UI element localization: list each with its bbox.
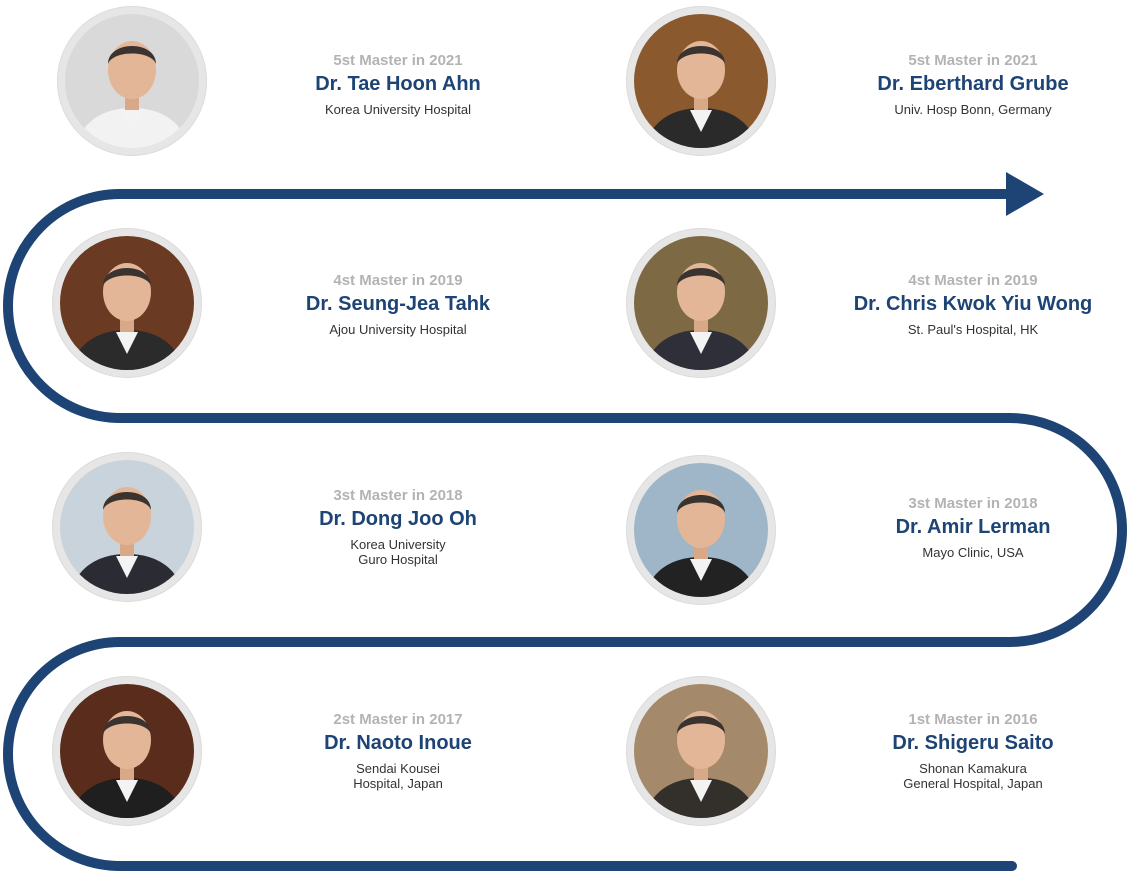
master-name: Dr. Chris Kwok Yiu Wong xyxy=(853,293,1093,315)
master-affiliation: Korea University Hospital xyxy=(325,102,471,117)
portrait-frame xyxy=(626,676,776,826)
master-name: Dr. Tae Hoon Ahn xyxy=(315,73,481,95)
portrait-frame xyxy=(626,6,776,156)
master-info: 3st Master in 2018 Dr. Amir Lerman Mayo Cl… xyxy=(843,495,1103,560)
master-edition: 5st Master in 2021 xyxy=(333,52,463,69)
master-info: 2st Master in 2017 Dr. Naoto Inoue Sendai … xyxy=(268,711,528,791)
portrait-frame xyxy=(52,452,202,602)
master-name: Dr. Eberthard Grube xyxy=(877,73,1069,95)
master-info: 5st Master in 2021 Dr. Eberthard Grube Uni… xyxy=(843,52,1103,117)
portrait-photo xyxy=(634,14,768,148)
master-affiliation: Shonan Kamakura General Hospital, Japan xyxy=(903,761,1043,791)
timeline-arrowhead-icon xyxy=(1006,172,1044,216)
portrait-photo xyxy=(60,460,194,594)
master-name: Dr. Seung-Jea Tahk xyxy=(305,293,491,315)
master-affiliation: Korea University Guro Hospital xyxy=(350,537,446,567)
master-affiliation: Mayo Clinic, USA xyxy=(922,545,1024,560)
master-info: 3st Master in 2018 Dr. Dong Joo Oh Korea U… xyxy=(268,487,528,567)
master-name: Dr. Amir Lerman xyxy=(895,516,1051,538)
master-info: 4st Master in 2019 Dr. Chris Kwok Yiu Won… xyxy=(843,272,1103,337)
portrait-frame xyxy=(626,455,776,605)
portrait-photo xyxy=(60,684,194,818)
master-edition: 1st Master in 2016 xyxy=(908,711,1038,728)
portrait-frame xyxy=(57,6,207,156)
master-card: 1st Master in 2016 Dr. Shigeru Saito Shona… xyxy=(0,0,1054,826)
master-edition: 3st Master in 2018 xyxy=(908,495,1038,512)
master-affiliation: St. Paul's Hospital, HK xyxy=(907,322,1039,337)
master-info: 1st Master in 2016 Dr. Shigeru Saito Shona… xyxy=(843,711,1103,791)
master-edition: 3st Master in 2018 xyxy=(333,487,463,504)
portrait-frame xyxy=(52,676,202,826)
portrait-photo xyxy=(65,14,199,148)
master-edition: 4st Master in 2019 xyxy=(333,272,463,289)
master-affiliation: Ajou University Hospital xyxy=(329,322,467,337)
master-edition: 5st Master in 2021 xyxy=(908,52,1038,69)
portrait-photo xyxy=(634,684,768,818)
master-name: Dr. Naoto Inoue xyxy=(324,732,472,754)
portrait-photo xyxy=(60,236,194,370)
portrait-frame xyxy=(52,228,202,378)
portrait-photo xyxy=(634,463,768,597)
master-name: Dr. Dong Joo Oh xyxy=(319,508,477,530)
master-info: 5st Master in 2021 Dr. Tae Hoon Ahn Korea … xyxy=(268,52,528,117)
portrait-frame xyxy=(626,228,776,378)
master-affiliation: Sendai Kousei Hospital, Japan xyxy=(353,761,443,791)
master-edition: 4st Master in 2019 xyxy=(908,272,1038,289)
master-edition: 2st Master in 2017 xyxy=(333,711,463,728)
master-info: 4st Master in 2019 Dr. Seung-Jea Tahk Ajou… xyxy=(268,272,528,337)
master-name: Dr. Shigeru Saito xyxy=(892,732,1054,754)
master-affiliation: Univ. Hosp Bonn, Germany xyxy=(894,102,1052,117)
portrait-photo xyxy=(634,236,768,370)
